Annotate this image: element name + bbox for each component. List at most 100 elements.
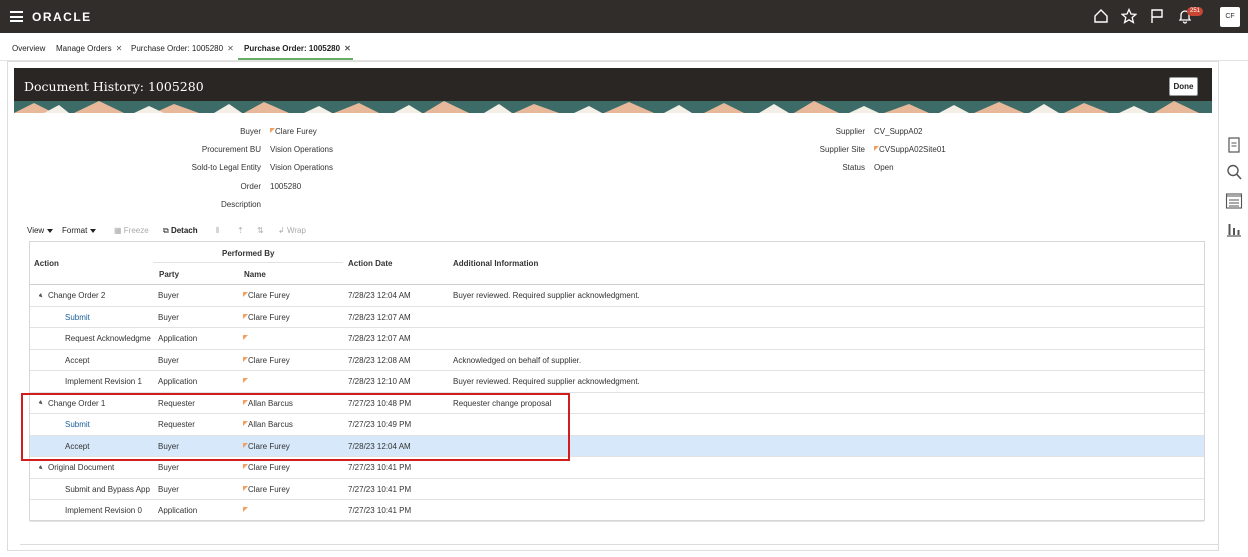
action-cell: Original Document bbox=[39, 463, 151, 472]
table-row[interactable]: Implement Revision 0 Application 7/27/23 1… bbox=[30, 500, 1204, 522]
column-header-party[interactable]: Party bbox=[159, 270, 179, 279]
close-tab-icon[interactable]: ✕ bbox=[344, 44, 351, 53]
home-icon[interactable] bbox=[1093, 8, 1109, 24]
favorites-star-icon[interactable] bbox=[1121, 8, 1137, 24]
name-cell[interactable]: Clare Furey bbox=[243, 485, 290, 494]
detach-button[interactable]: ⧉ Detach bbox=[163, 226, 198, 236]
flag-icon bbox=[243, 378, 248, 383]
name-text: Clare Furey bbox=[248, 484, 290, 494]
tab-purchase-order-2[interactable]: Purchase Order: 1005280 ✕ bbox=[244, 44, 351, 53]
freeze-button[interactable]: ▦ Freeze bbox=[114, 226, 149, 235]
name-text: Clare Furey bbox=[248, 312, 290, 322]
bottom-divider bbox=[20, 544, 1219, 545]
action-text: Original Document bbox=[48, 463, 115, 472]
menu-icon[interactable] bbox=[10, 11, 23, 22]
search-icon[interactable] bbox=[1225, 163, 1243, 181]
table-row[interactable]: Implement Revision 1 Application 7/28/23 1… bbox=[30, 371, 1204, 393]
table-row[interactable]: Submit and Bypass App Buyer Clare Furey 7/2… bbox=[30, 479, 1204, 500]
sold-to-value: Vision Operations bbox=[270, 163, 333, 172]
oracle-logo[interactable]: ORACLE bbox=[32, 10, 92, 24]
freeze-icon: ▦ bbox=[114, 226, 124, 235]
action-text[interactable]: Submit bbox=[65, 313, 90, 322]
list-icon[interactable] bbox=[1225, 192, 1243, 210]
global-header: ORACLE 251 CF bbox=[0, 0, 1248, 33]
tab-purchase-order-1[interactable]: Purchase Order: 1005280 ✕ bbox=[131, 44, 234, 53]
close-tab-icon[interactable]: ✕ bbox=[227, 44, 234, 53]
supplier-label: Supplier bbox=[835, 127, 865, 136]
detach-icon: ⧉ bbox=[163, 226, 171, 235]
collapse-triangle-icon[interactable] bbox=[39, 465, 44, 471]
flag-icon[interactable] bbox=[1149, 8, 1165, 24]
close-tab-icon[interactable]: ✕ bbox=[116, 44, 123, 53]
header-divider bbox=[153, 262, 343, 263]
move-up-icon[interactable]: ⇡ bbox=[237, 226, 244, 235]
page-title: Document History: 1005280 bbox=[24, 79, 204, 94]
name-cell[interactable]: Clare Furey bbox=[243, 291, 290, 300]
action-cell: Submit and Bypass App bbox=[65, 485, 152, 494]
collapse-triangle-icon[interactable] bbox=[39, 293, 44, 299]
column-header-additional-info[interactable]: Additional Information bbox=[453, 259, 538, 268]
tab-bar: Overview Manage Orders ✕ Purchase Order: … bbox=[0, 40, 1248, 60]
supplier-site-value[interactable]: CVSuppA02Site01 bbox=[874, 145, 946, 154]
wrap-column-icon[interactable]: ⫴ bbox=[216, 226, 219, 236]
done-button[interactable]: Done bbox=[1169, 77, 1198, 96]
table-row[interactable]: Accept Buyer Clare Furey 7/28/23 12:08 AM Ac… bbox=[30, 350, 1204, 371]
name-cell[interactable] bbox=[243, 334, 248, 343]
status-value: Open bbox=[874, 163, 894, 172]
flag-icon bbox=[243, 507, 248, 512]
action-cell[interactable]: Submit bbox=[65, 313, 152, 322]
name-text: Clare Furey bbox=[248, 463, 290, 472]
table-row[interactable]: Request Acknowledgme Application 7/28/23 1… bbox=[30, 328, 1204, 350]
tab-overview[interactable]: Overview bbox=[12, 44, 45, 53]
action-text: Request Acknowledgme bbox=[65, 334, 151, 343]
user-avatar[interactable]: CF bbox=[1220, 7, 1240, 27]
action-date-cell: 7/27/23 10:41 PM bbox=[348, 506, 412, 515]
document-icon[interactable] bbox=[1225, 136, 1243, 154]
order-label: Order bbox=[240, 182, 261, 191]
notification-count-badge: 251 bbox=[1187, 7, 1204, 16]
wrap-button[interactable]: ↲ Wrap bbox=[278, 226, 306, 235]
name-cell[interactable] bbox=[243, 377, 248, 386]
action-text: Accept bbox=[65, 355, 90, 365]
reorder-columns-icon[interactable]: ⇅ bbox=[257, 226, 264, 235]
action-cell: Accept bbox=[65, 356, 152, 365]
action-date-cell: 7/28/23 12:08 AM bbox=[348, 355, 411, 365]
order-value: 1005280 bbox=[270, 182, 302, 191]
column-header-name[interactable]: Name bbox=[244, 270, 266, 279]
table-row[interactable]: Submit Buyer Clare Furey 7/28/23 12:07 AM bbox=[30, 307, 1204, 328]
format-menu[interactable]: Format bbox=[62, 226, 97, 235]
page-header-banner: Document History: 1005280 bbox=[14, 68, 1212, 113]
action-cell: Implement Revision 1 bbox=[65, 377, 152, 386]
name-cell[interactable]: Clare Furey bbox=[243, 313, 290, 322]
tab-manage-orders[interactable]: Manage Orders ✕ bbox=[56, 44, 122, 53]
view-menu[interactable]: View bbox=[27, 226, 54, 235]
supplier-site-label: Supplier Site bbox=[819, 145, 865, 154]
action-text: Submit and Bypass App bbox=[65, 484, 150, 494]
party-cell: Buyer bbox=[158, 463, 179, 472]
action-cell: Request Acknowledgme bbox=[65, 334, 152, 343]
column-header-action-date[interactable]: Action Date bbox=[348, 259, 392, 268]
name-cell[interactable]: Clare Furey bbox=[243, 463, 290, 472]
party-cell: Application bbox=[158, 334, 198, 343]
procurement-bu-value: Vision Operations bbox=[270, 145, 333, 154]
action-text: Implement Revision 0 bbox=[65, 506, 142, 515]
decorative-banner-pattern bbox=[14, 101, 1212, 113]
column-header-performed-by: Performed By bbox=[222, 249, 275, 258]
buyer-value[interactable]: Clare Furey bbox=[270, 127, 317, 136]
name-cell[interactable]: Clare Furey bbox=[243, 356, 290, 365]
name-cell[interactable] bbox=[243, 506, 248, 515]
chevron-down-icon bbox=[90, 228, 97, 233]
action-date-cell: 7/28/23 12:07 AM bbox=[348, 312, 411, 322]
sold-to-label: Sold-to Legal Entity bbox=[191, 163, 261, 172]
row-divider bbox=[30, 520, 1204, 522]
action-date-cell: 7/28/23 12:10 AM bbox=[348, 377, 411, 386]
action-date-cell: 7/27/23 10:41 PM bbox=[348, 484, 412, 494]
action-date-cell: 7/28/23 12:07 AM bbox=[348, 334, 411, 343]
analytics-chart-icon[interactable] bbox=[1225, 220, 1243, 238]
party-cell: Buyer bbox=[158, 484, 179, 494]
additional-info-cell: Acknowledged on behalf of supplier. bbox=[453, 355, 582, 365]
action-date-cell: 7/27/23 10:41 PM bbox=[348, 463, 412, 472]
column-header-action[interactable]: Action bbox=[34, 259, 59, 268]
party-cell: Application bbox=[158, 377, 198, 386]
table-row[interactable]: Change Order 2 Buyer Clare Furey 7/28/23 12… bbox=[30, 285, 1204, 307]
